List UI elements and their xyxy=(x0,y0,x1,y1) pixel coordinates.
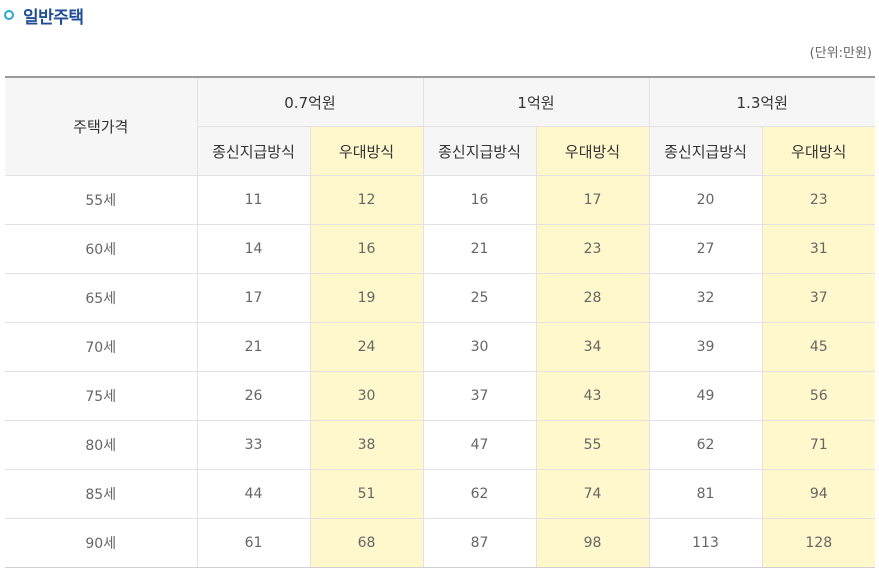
value-cell: 81 xyxy=(648,469,763,519)
value-cell: 39 xyxy=(648,322,763,372)
value-cell: 30 xyxy=(309,371,424,421)
value-cell: 38 xyxy=(309,420,424,470)
table-row: 90세 61 68 87 98 113 128 xyxy=(5,518,875,568)
age-cell: 90세 xyxy=(5,518,198,568)
value-cell: 32 xyxy=(648,273,763,323)
value-cell: 16 xyxy=(422,175,537,225)
value-cell: 71 xyxy=(761,420,875,470)
circle-bullet-icon xyxy=(4,10,14,20)
value-cell: 28 xyxy=(535,273,650,323)
value-cell: 62 xyxy=(648,420,763,470)
value-cell: 47 xyxy=(422,420,537,470)
value-cell: 12 xyxy=(309,175,424,225)
value-cell: 74 xyxy=(535,469,650,519)
value-cell: 20 xyxy=(648,175,763,225)
value-cell: 21 xyxy=(196,322,311,372)
age-cell: 70세 xyxy=(5,322,198,372)
value-cell: 27 xyxy=(648,224,763,274)
price-group-header: 1.3억원 xyxy=(648,76,875,127)
method-header-lifetime: 종신지급방식 xyxy=(197,126,311,176)
table-row: 75세 26 30 37 43 49 56 xyxy=(5,371,875,421)
table-row: 85세 44 51 62 74 81 94 xyxy=(5,469,875,519)
value-cell: 62 xyxy=(422,469,537,519)
age-cell: 55세 xyxy=(5,175,198,225)
value-cell: 17 xyxy=(535,175,650,225)
value-cell: 14 xyxy=(196,224,311,274)
value-cell: 128 xyxy=(761,518,875,568)
value-cell: 25 xyxy=(422,273,537,323)
value-cell: 61 xyxy=(196,518,311,568)
value-cell: 45 xyxy=(761,322,875,372)
value-cell: 34 xyxy=(535,322,650,372)
value-cell: 51 xyxy=(309,469,424,519)
section-header: 일반주택 xyxy=(4,3,84,28)
monthly-payment-table: 주택가격 0.7억원 1억원 1.3억원 종신지급방식 우대방식 종신지급방식 … xyxy=(5,76,875,568)
row-header-house-price: 주택가격 xyxy=(5,76,198,176)
table-row: 60세 14 16 21 23 27 31 xyxy=(5,224,875,274)
value-cell: 68 xyxy=(309,518,424,568)
method-header-preferential: 우대방식 xyxy=(309,126,424,176)
value-cell: 17 xyxy=(196,273,311,323)
value-cell: 30 xyxy=(422,322,537,372)
value-cell: 21 xyxy=(422,224,537,274)
value-cell: 113 xyxy=(648,518,763,568)
value-cell: 56 xyxy=(761,371,875,421)
unit-label: (단위:만원) xyxy=(809,46,872,61)
method-header-preferential: 우대방식 xyxy=(761,126,875,176)
value-cell: 49 xyxy=(648,371,763,421)
value-cell: 43 xyxy=(535,371,650,421)
value-cell: 31 xyxy=(761,224,875,274)
value-cell: 19 xyxy=(309,273,424,323)
value-cell: 33 xyxy=(196,420,311,470)
value-cell: 94 xyxy=(761,469,875,519)
value-cell: 24 xyxy=(309,322,424,372)
age-cell: 85세 xyxy=(5,469,198,519)
table-row: 55세 11 12 16 17 20 23 xyxy=(5,175,875,225)
table-row: 70세 21 24 30 34 39 45 xyxy=(5,322,875,372)
value-cell: 37 xyxy=(422,371,537,421)
table-row: 65세 17 19 25 28 32 37 xyxy=(5,273,875,323)
price-group-header: 1억원 xyxy=(422,76,650,127)
value-cell: 55 xyxy=(535,420,650,470)
price-group-header: 0.7억원 xyxy=(196,76,424,127)
method-header-lifetime: 종신지급방식 xyxy=(422,126,537,176)
value-cell: 11 xyxy=(196,175,311,225)
age-cell: 65세 xyxy=(5,273,198,323)
value-cell: 23 xyxy=(761,175,875,225)
age-cell: 60세 xyxy=(5,224,198,274)
section-title: 일반주택 xyxy=(23,7,84,28)
value-cell: 37 xyxy=(761,273,875,323)
value-cell: 26 xyxy=(196,371,311,421)
method-header-preferential: 우대방식 xyxy=(535,126,650,176)
value-cell: 16 xyxy=(309,224,424,274)
value-cell: 87 xyxy=(422,518,537,568)
method-header-lifetime: 종신지급방식 xyxy=(648,126,763,176)
value-cell: 23 xyxy=(535,224,650,274)
table-row: 80세 33 38 47 55 62 71 xyxy=(5,420,875,470)
age-cell: 75세 xyxy=(5,371,198,421)
value-cell: 44 xyxy=(196,469,311,519)
age-cell: 80세 xyxy=(5,420,198,470)
value-cell: 98 xyxy=(535,518,650,568)
